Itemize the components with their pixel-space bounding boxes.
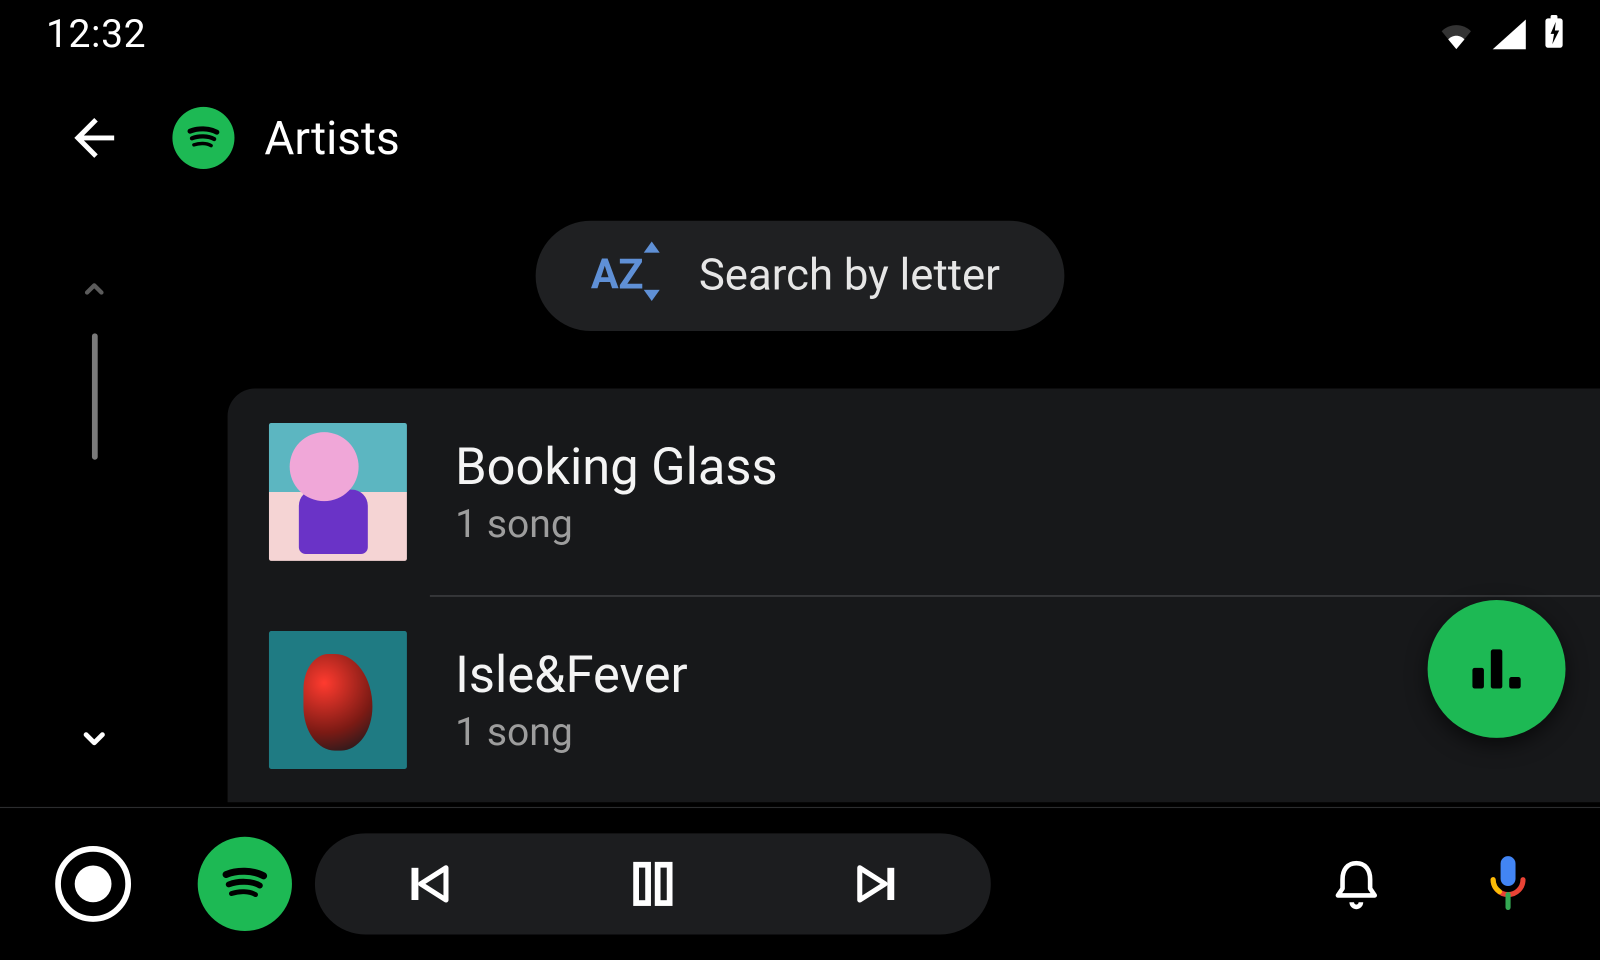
scroll-indicator (91, 333, 97, 459)
spotify-icon (172, 107, 234, 169)
app-launcher-button[interactable] (55, 846, 131, 922)
battery-charging-icon (1543, 15, 1566, 54)
clock: 12:32 (46, 11, 146, 57)
artist-list: Booking Glass 1 song Isle&Fever 1 song (228, 389, 1600, 803)
media-controls (315, 833, 991, 934)
status-icons (1437, 15, 1566, 54)
page-title: Artists (264, 111, 399, 165)
bottom-bar (0, 807, 1600, 960)
search-by-letter-label: Search by letter (699, 251, 1000, 302)
previous-track-button[interactable] (395, 852, 459, 916)
artist-song-count: 1 song (455, 709, 688, 755)
cellular-icon (1492, 20, 1526, 54)
search-by-letter-button[interactable]: AZ Search by letter (536, 221, 1065, 331)
status-bar: 12:32 (0, 0, 1600, 69)
scroll-down-button[interactable] (71, 715, 117, 761)
next-track-button[interactable] (846, 852, 910, 916)
pause-button[interactable] (621, 852, 685, 916)
artist-name: Booking Glass (455, 437, 777, 497)
app-bar: Artists (0, 92, 1600, 184)
now-playing-fab[interactable] (1428, 600, 1566, 738)
az-sort-icon: AZ (591, 244, 655, 308)
scroll-up-button[interactable] (71, 267, 117, 313)
wifi-icon (1437, 20, 1476, 54)
artist-row[interactable]: Isle&Fever 1 song (228, 597, 1600, 803)
artist-name: Isle&Fever (455, 645, 688, 705)
spotify-app-button[interactable] (198, 837, 292, 931)
artist-row[interactable]: Booking Glass 1 song (228, 389, 1600, 596)
artist-thumbnail (269, 631, 407, 769)
equalizer-icon (1472, 649, 1520, 688)
scroll-affordance (71, 267, 117, 761)
artist-song-count: 1 song (455, 501, 777, 547)
artist-thumbnail (269, 423, 407, 561)
circle-dot-icon (75, 866, 112, 903)
notifications-button[interactable] (1320, 847, 1394, 921)
voice-assistant-button[interactable] (1471, 847, 1545, 921)
back-button[interactable] (60, 103, 129, 172)
